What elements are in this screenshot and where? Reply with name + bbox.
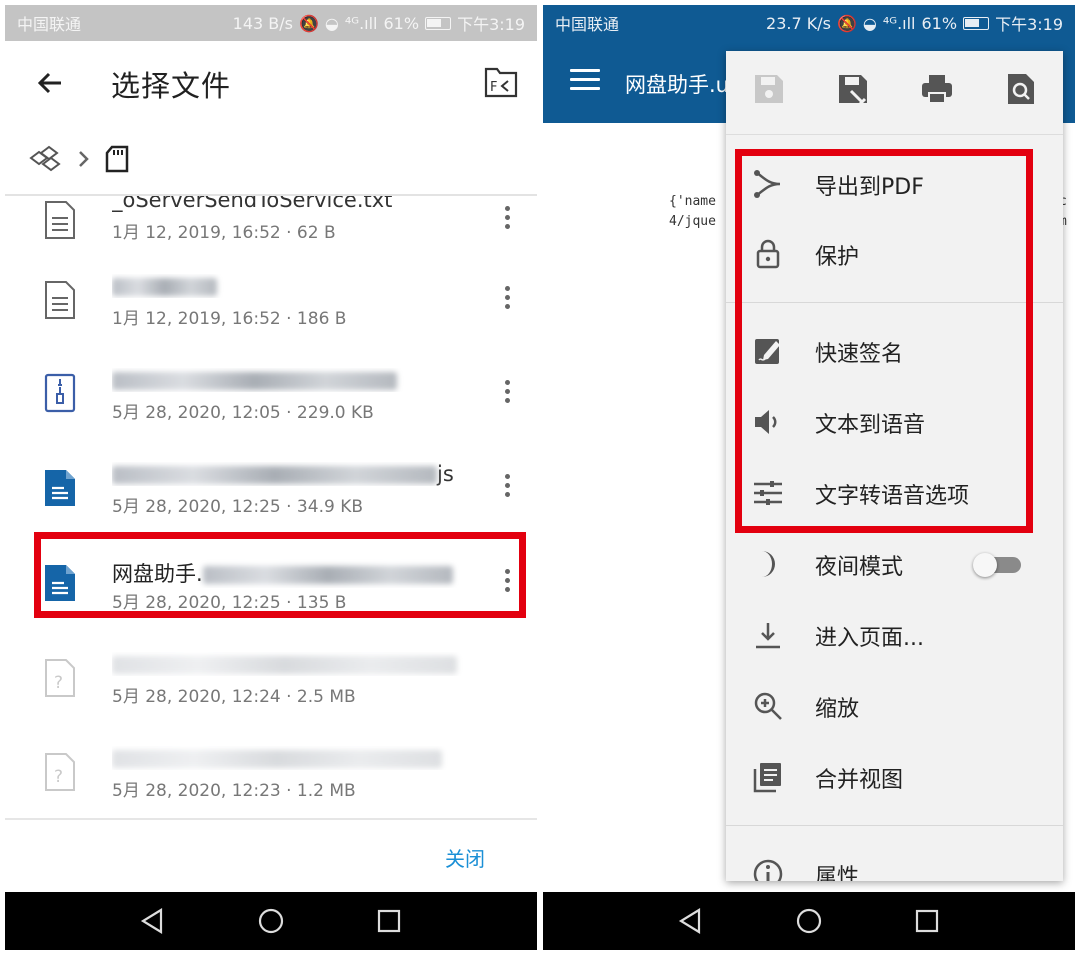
save-icon bbox=[755, 75, 783, 103]
battery-percent: 61% bbox=[921, 13, 958, 33]
list-item[interactable]: 5月 28, 2020, 12:05 · 229.0 KB bbox=[5, 354, 537, 448]
signal-icon: ⁴ᴳ.ıll bbox=[344, 13, 378, 33]
menu-zoom[interactable]: 缩放 bbox=[726, 671, 1063, 741]
back-arrow-icon[interactable] bbox=[31, 63, 71, 103]
print-icon[interactable] bbox=[920, 71, 954, 107]
file-name: _oServerSendToService.txt bbox=[112, 194, 393, 212]
list-item[interactable]: 1月 12, 2019, 16:52 · 186 B bbox=[5, 260, 537, 354]
nav-back-icon[interactable] bbox=[137, 905, 169, 937]
list-item[interactable]: _oServerSendToService.txt 1月 12, 2019, 1… bbox=[5, 194, 537, 260]
file-meta: 5月 28, 2020, 12:25 · 34.9 KB bbox=[112, 497, 363, 517]
svg-text:?: ? bbox=[54, 767, 63, 787]
wifi-icon: ◒ bbox=[862, 13, 877, 33]
more-options-icon[interactable] bbox=[495, 376, 519, 412]
file-list: _oServerSendToService.txt 1月 12, 2019, 1… bbox=[5, 194, 537, 814]
document-search-icon[interactable] bbox=[1004, 71, 1038, 107]
carrier-label: 中国联通 bbox=[17, 15, 82, 34]
file-name bbox=[112, 652, 472, 676]
list-item[interactable]: ? 5月 28, 2020, 12:24 · 2.5 MB bbox=[5, 636, 537, 730]
go-to-page-icon bbox=[756, 623, 780, 649]
mute-icon: 🔕 bbox=[298, 13, 319, 33]
highlight-box bbox=[34, 532, 526, 618]
document-viewer-screen: 中国联通 23.7 K/s 🔕 ◒ ⁴ᴳ.ıll 61% 下午3:19 网盘助手… bbox=[543, 0, 1075, 956]
chevron-right-icon bbox=[79, 151, 89, 167]
storage-root-icon[interactable] bbox=[27, 144, 65, 174]
menu-label: 进入页面... bbox=[815, 626, 924, 651]
network-speed: 23.7 K/s bbox=[766, 13, 831, 33]
nav-recents-icon[interactable] bbox=[373, 905, 405, 937]
info-icon bbox=[753, 859, 783, 881]
wifi-icon: ◒ bbox=[324, 13, 339, 33]
battery-icon bbox=[425, 16, 452, 30]
document-file-icon bbox=[45, 470, 75, 506]
nav-home-icon[interactable] bbox=[255, 905, 287, 937]
menu-toolbar bbox=[726, 51, 1063, 135]
nav-back-icon[interactable] bbox=[675, 905, 707, 937]
svg-text:?: ? bbox=[54, 673, 63, 693]
status-bar: 中国联通 23.7 K/s 🔕 ◒ ⁴ᴳ.ıll 61% 下午3:19 bbox=[543, 5, 1075, 41]
list-item[interactable]: js 5月 28, 2020, 12:25 · 34.9 KB bbox=[5, 448, 537, 542]
more-options-icon[interactable] bbox=[495, 282, 519, 318]
zip-file-icon bbox=[44, 373, 76, 413]
nav-recents-icon[interactable] bbox=[911, 905, 943, 937]
file-meta: 5月 28, 2020, 12:05 · 229.0 KB bbox=[112, 403, 374, 423]
more-options-icon[interactable] bbox=[495, 470, 519, 506]
close-button[interactable]: 关闭 bbox=[445, 843, 485, 872]
list-item[interactable]: ? 5月 28, 2020, 12:23 · 1.2 MB bbox=[5, 730, 537, 814]
picker-header: 选择文件 F bbox=[5, 41, 537, 125]
file-name bbox=[112, 746, 472, 770]
zoom-in-icon bbox=[754, 692, 782, 720]
highlight-box bbox=[735, 149, 1033, 533]
file-picker-screen: 中国联通 143 B/s 🔕 ◒ ⁴ᴳ.ıll 61% 下午3:19 选择文件 … bbox=[5, 0, 537, 956]
file-name: js bbox=[112, 462, 472, 486]
more-options-icon[interactable] bbox=[495, 202, 519, 238]
hamburger-menu-icon[interactable] bbox=[570, 69, 600, 93]
file-name bbox=[112, 274, 472, 298]
menu-label: 合并视图 bbox=[815, 768, 904, 793]
network-speed: 143 B/s bbox=[232, 13, 293, 33]
text-file-icon bbox=[45, 201, 75, 239]
unknown-file-icon: ? bbox=[45, 753, 75, 791]
signal-icon: ⁴ᴳ.ıll bbox=[882, 13, 916, 33]
breadcrumb bbox=[27, 136, 131, 182]
menu-night-mode[interactable]: 夜间模式 bbox=[726, 529, 1063, 599]
file-name bbox=[112, 368, 472, 392]
moon-icon bbox=[762, 551, 775, 577]
svg-text:F: F bbox=[490, 80, 497, 95]
menu-label: 夜间模式 bbox=[815, 555, 904, 580]
battery-percent: 61% bbox=[383, 13, 420, 33]
system-nav-bar bbox=[5, 892, 537, 950]
unknown-file-icon: ? bbox=[45, 659, 75, 697]
merge-view-icon bbox=[753, 763, 781, 793]
carrier-label: 中国联通 bbox=[555, 15, 620, 34]
night-mode-toggle[interactable] bbox=[973, 553, 1023, 577]
system-nav-bar bbox=[543, 892, 1075, 950]
menu-divider bbox=[726, 825, 1063, 826]
document-content: {'name 4/jque bbox=[669, 194, 716, 229]
file-commander-icon[interactable]: F bbox=[483, 64, 519, 100]
divider bbox=[5, 818, 537, 820]
clock: 下午3:19 bbox=[995, 15, 1063, 34]
text-file-icon bbox=[45, 281, 75, 319]
file-meta: 1月 12, 2019, 16:52 · 186 B bbox=[112, 309, 347, 329]
file-meta: 5月 28, 2020, 12:23 · 1.2 MB bbox=[112, 781, 356, 801]
menu-go-to-page[interactable]: 进入页面... bbox=[726, 600, 1063, 670]
nav-home-icon[interactable] bbox=[793, 905, 825, 937]
mute-icon: 🔕 bbox=[836, 13, 857, 33]
menu-merge-view[interactable]: 合并视图 bbox=[726, 742, 1063, 812]
file-meta: 5月 28, 2020, 12:24 · 2.5 MB bbox=[112, 687, 356, 707]
status-bar: 中国联通 143 B/s 🔕 ◒ ⁴ᴳ.ıll 61% 下午3:19 bbox=[5, 5, 537, 41]
save-as-icon[interactable] bbox=[836, 71, 870, 107]
sd-card-icon[interactable] bbox=[103, 144, 131, 174]
menu-properties[interactable]: 属性 bbox=[726, 839, 1063, 881]
menu-label: 属性 bbox=[815, 865, 860, 881]
clock: 下午3:19 bbox=[457, 15, 525, 34]
document-title: 网盘助手.u bbox=[625, 73, 729, 97]
file-meta: 1月 12, 2019, 16:52 · 62 B bbox=[112, 223, 336, 243]
page-title: 选择文件 bbox=[111, 69, 232, 103]
menu-label: 缩放 bbox=[815, 697, 860, 722]
battery-icon bbox=[963, 16, 990, 30]
